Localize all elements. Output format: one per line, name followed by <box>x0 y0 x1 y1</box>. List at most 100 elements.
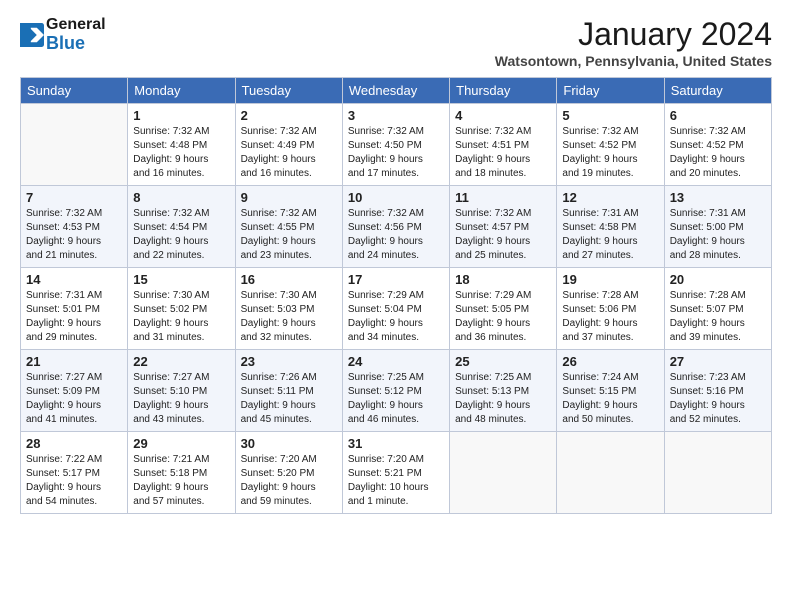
calendar-cell: 31 Sunrise: 7:20 AMSunset: 5:21 PMDayligh… <box>342 432 449 514</box>
day-number: 16 <box>241 272 337 287</box>
day-number: 15 <box>133 272 229 287</box>
day-of-week-monday: Monday <box>128 78 235 104</box>
day-info: Sunrise: 7:27 AMSunset: 5:09 PMDaylight:… <box>26 371 122 427</box>
day-info: Sunrise: 7:30 AMSunset: 5:02 PMDaylight:… <box>133 289 229 345</box>
day-info: Sunrise: 7:25 AMSunset: 5:13 PMDaylight:… <box>455 371 551 427</box>
day-of-week-tuesday: Tuesday <box>235 78 342 104</box>
calendar-cell: 19 Sunrise: 7:28 AMSunset: 5:06 PMDayligh… <box>557 268 664 350</box>
day-info: Sunrise: 7:29 AMSunset: 5:04 PMDaylight:… <box>348 289 444 345</box>
day-number: 20 <box>670 272 766 287</box>
day-number: 1 <box>133 108 229 123</box>
day-info: Sunrise: 7:26 AMSunset: 5:11 PMDaylight:… <box>241 371 337 427</box>
day-number: 27 <box>670 354 766 369</box>
day-info: Sunrise: 7:23 AMSunset: 5:16 PMDaylight:… <box>670 371 766 427</box>
calendar-header-row: SundayMondayTuesdayWednesdayThursdayFrid… <box>21 78 772 104</box>
logo: General Blue <box>20 16 106 53</box>
day-info: Sunrise: 7:32 AMSunset: 4:54 PMDaylight:… <box>133 207 229 263</box>
day-info: Sunrise: 7:32 AMSunset: 4:49 PMDaylight:… <box>241 125 337 181</box>
day-of-week-sunday: Sunday <box>21 78 128 104</box>
calendar-cell: 11 Sunrise: 7:32 AMSunset: 4:57 PMDayligh… <box>450 186 557 268</box>
day-info: Sunrise: 7:20 AMSunset: 5:21 PMDaylight:… <box>348 453 444 509</box>
day-info: Sunrise: 7:27 AMSunset: 5:10 PMDaylight:… <box>133 371 229 427</box>
day-info: Sunrise: 7:24 AMSunset: 5:15 PMDaylight:… <box>562 371 658 427</box>
day-number: 25 <box>455 354 551 369</box>
day-info: Sunrise: 7:32 AMSunset: 4:56 PMDaylight:… <box>348 207 444 263</box>
day-of-week-wednesday: Wednesday <box>342 78 449 104</box>
calendar-cell: 6Sunrise: 7:32 AMSunset: 4:52 PMDaylight… <box>664 104 771 186</box>
day-info: Sunrise: 7:32 AMSunset: 4:48 PMDaylight:… <box>133 125 229 181</box>
day-info: Sunrise: 7:32 AMSunset: 4:55 PMDaylight:… <box>241 207 337 263</box>
calendar-cell: 1 Sunrise: 7:32 AMSunset: 4:48 PMDaylight… <box>128 104 235 186</box>
header: General Blue January 2024 Watsontown, Pe… <box>20 16 772 69</box>
day-info: Sunrise: 7:31 AMSunset: 4:58 PMDaylight:… <box>562 207 658 263</box>
day-info: Sunrise: 7:31 AMSunset: 5:01 PMDaylight:… <box>26 289 122 345</box>
calendar-cell: 16Sunrise: 7:30 AMSunset: 5:03 PMDayligh… <box>235 268 342 350</box>
day-of-week-saturday: Saturday <box>664 78 771 104</box>
calendar-cell: 5 Sunrise: 7:32 AMSunset: 4:52 PMDaylight… <box>557 104 664 186</box>
day-info: Sunrise: 7:29 AMSunset: 5:05 PMDaylight:… <box>455 289 551 345</box>
day-info: Sunrise: 7:28 AMSunset: 5:06 PMDaylight:… <box>562 289 658 345</box>
calendar-cell: 10 Sunrise: 7:32 AMSunset: 4:56 PMDayligh… <box>342 186 449 268</box>
title-block: January 2024 Watsontown, Pennsylvania, U… <box>495 16 772 69</box>
day-info: Sunrise: 7:32 AMSunset: 4:52 PMDaylight:… <box>670 125 766 181</box>
day-number: 5 <box>562 108 658 123</box>
calendar-cell: 20 Sunrise: 7:28 AMSunset: 5:07 PMDayligh… <box>664 268 771 350</box>
day-number: 22 <box>133 354 229 369</box>
month-title: January 2024 <box>495 16 772 53</box>
day-info: Sunrise: 7:32 AMSunset: 4:52 PMDaylight:… <box>562 125 658 181</box>
calendar-cell: 14 Sunrise: 7:31 AMSunset: 5:01 PMDayligh… <box>21 268 128 350</box>
calendar-cell: 4Sunrise: 7:32 AMSunset: 4:51 PMDaylight… <box>450 104 557 186</box>
day-info: Sunrise: 7:25 AMSunset: 5:12 PMDaylight:… <box>348 371 444 427</box>
day-number: 7 <box>26 190 122 205</box>
day-number: 19 <box>562 272 658 287</box>
day-number: 30 <box>241 436 337 451</box>
calendar-cell: 8 Sunrise: 7:32 AMSunset: 4:54 PMDaylight… <box>128 186 235 268</box>
day-info: Sunrise: 7:22 AMSunset: 5:17 PMDaylight:… <box>26 453 122 509</box>
day-info: Sunrise: 7:20 AMSunset: 5:20 PMDaylight:… <box>241 453 337 509</box>
location: Watsontown, Pennsylvania, United States <box>495 53 772 69</box>
calendar-cell: 13 Sunrise: 7:31 AMSunset: 5:00 PMDayligh… <box>664 186 771 268</box>
day-number: 3 <box>348 108 444 123</box>
calendar-week-0: 1 Sunrise: 7:32 AMSunset: 4:48 PMDaylight… <box>21 104 772 186</box>
calendar-cell <box>21 104 128 186</box>
day-number: 24 <box>348 354 444 369</box>
day-number: 13 <box>670 190 766 205</box>
day-info: Sunrise: 7:28 AMSunset: 5:07 PMDaylight:… <box>670 289 766 345</box>
day-number: 31 <box>348 436 444 451</box>
day-info: Sunrise: 7:32 AMSunset: 4:57 PMDaylight:… <box>455 207 551 263</box>
calendar-cell: 15 Sunrise: 7:30 AMSunset: 5:02 PMDayligh… <box>128 268 235 350</box>
calendar-cell: 9Sunrise: 7:32 AMSunset: 4:55 PMDaylight… <box>235 186 342 268</box>
calendar-cell <box>557 432 664 514</box>
calendar-cell: 25 Sunrise: 7:25 AMSunset: 5:13 PMDayligh… <box>450 350 557 432</box>
day-number: 10 <box>348 190 444 205</box>
calendar-cell <box>450 432 557 514</box>
calendar-cell: 27 Sunrise: 7:23 AMSunset: 5:16 PMDayligh… <box>664 350 771 432</box>
calendar-cell: 3 Sunrise: 7:32 AMSunset: 4:50 PMDaylight… <box>342 104 449 186</box>
day-number: 14 <box>26 272 122 287</box>
page: General Blue January 2024 Watsontown, Pe… <box>0 0 792 612</box>
day-info: Sunrise: 7:31 AMSunset: 5:00 PMDaylight:… <box>670 207 766 263</box>
day-number: 12 <box>562 190 658 205</box>
calendar-cell: 29Sunrise: 7:21 AMSunset: 5:18 PMDayligh… <box>128 432 235 514</box>
logo-text: General Blue <box>46 16 106 53</box>
day-number: 21 <box>26 354 122 369</box>
calendar-cell: 12 Sunrise: 7:31 AMSunset: 4:58 PMDayligh… <box>557 186 664 268</box>
day-of-week-friday: Friday <box>557 78 664 104</box>
calendar-cell: 7 Sunrise: 7:32 AMSunset: 4:53 PMDaylight… <box>21 186 128 268</box>
calendar-cell: 28Sunrise: 7:22 AMSunset: 5:17 PMDayligh… <box>21 432 128 514</box>
day-info: Sunrise: 7:32 AMSunset: 4:50 PMDaylight:… <box>348 125 444 181</box>
day-number: 8 <box>133 190 229 205</box>
calendar-table: SundayMondayTuesdayWednesdayThursdayFrid… <box>20 77 772 514</box>
day-info: Sunrise: 7:32 AMSunset: 4:53 PMDaylight:… <box>26 207 122 263</box>
day-number: 11 <box>455 190 551 205</box>
day-number: 17 <box>348 272 444 287</box>
calendar-cell: 30 Sunrise: 7:20 AMSunset: 5:20 PMDayligh… <box>235 432 342 514</box>
day-number: 2 <box>241 108 337 123</box>
calendar-cell: 22 Sunrise: 7:27 AMSunset: 5:10 PMDayligh… <box>128 350 235 432</box>
calendar-week-3: 21 Sunrise: 7:27 AMSunset: 5:09 PMDayligh… <box>21 350 772 432</box>
day-number: 18 <box>455 272 551 287</box>
calendar-cell: 24 Sunrise: 7:25 AMSunset: 5:12 PMDayligh… <box>342 350 449 432</box>
calendar-cell: 23Sunrise: 7:26 AMSunset: 5:11 PMDayligh… <box>235 350 342 432</box>
calendar-week-2: 14 Sunrise: 7:31 AMSunset: 5:01 PMDayligh… <box>21 268 772 350</box>
day-number: 4 <box>455 108 551 123</box>
